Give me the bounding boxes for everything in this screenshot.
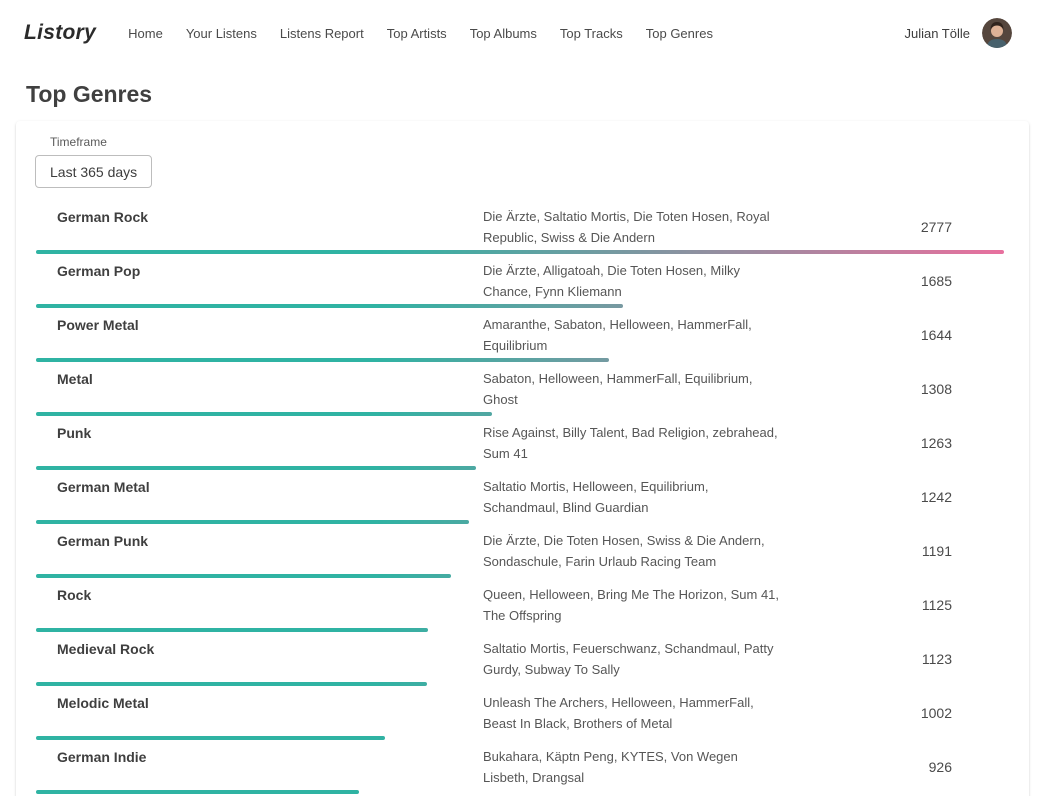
genre-row: German Indie Bukahara, Käptn Peng, KYTES… [16,740,1029,794]
genre-name: Rock [57,584,483,606]
genre-name: German Rock [57,206,483,228]
genre-row: German Metal Saltatio Mortis, Helloween,… [16,470,1029,524]
genre-list: German Rock Die Ärzte, Saltatio Mortis, … [16,200,1029,794]
genre-name: German Indie [57,746,483,768]
genre-row: Metal Sabaton, Helloween, HammerFall, Eq… [16,362,1029,416]
genre-count: 2777 [783,219,1004,235]
genre-name: Power Metal [57,314,483,336]
genre-count: 1002 [783,705,1004,721]
avatar-image [982,18,1012,48]
genre-artists: Die Ärzte, Alligatoah, Die Toten Hosen, … [483,260,783,302]
genre-artists: Saltatio Mortis, Helloween, Equilibrium,… [483,476,783,518]
genre-name: Medieval Rock [57,638,483,660]
genre-count: 1125 [783,597,1004,613]
genre-name: German Metal [57,476,483,498]
genre-row: German Rock Die Ärzte, Saltatio Mortis, … [16,200,1029,254]
genre-count: 1123 [783,651,1004,667]
nav-item-top-tracks[interactable]: Top Tracks [560,26,623,41]
genre-artists: Die Ärzte, Saltatio Mortis, Die Toten Ho… [483,206,783,248]
genre-name: German Pop [57,260,483,282]
genre-bar [36,790,359,794]
nav-item-listens-report[interactable]: Listens Report [280,26,364,41]
genre-artists: Saltatio Mortis, Feuerschwanz, Schandmau… [483,638,783,680]
nav-right: Julian Tölle [904,18,1012,48]
genre-artists: Queen, Helloween, Bring Me The Horizon, … [483,584,783,626]
genre-name: Melodic Metal [57,692,483,714]
genre-name: Metal [57,368,483,390]
nav-item-your-listens[interactable]: Your Listens [186,26,257,41]
timeframe-label: Timeframe [50,135,1029,149]
app-logo[interactable]: Listory [24,21,96,45]
genre-row: Punk Rise Against, Billy Talent, Bad Rel… [16,416,1029,470]
genre-artists: Sabaton, Helloween, HammerFall, Equilibr… [483,368,783,410]
top-navigation: Listory Home Your Listens Listens Report To… [0,0,1045,66]
genre-artists: Unleash The Archers, Helloween, HammerFa… [483,692,783,734]
genre-count: 926 [783,759,1004,775]
genre-artists: Die Ärzte, Die Toten Hosen, Swiss & Die … [483,530,783,572]
genre-row: Rock Queen, Helloween, Bring Me The Hori… [16,578,1029,632]
genre-bar-fill [36,790,359,794]
nav-item-top-genres[interactable]: Top Genres [646,26,713,41]
genre-row: German Pop Die Ärzte, Alligatoah, Die To… [16,254,1029,308]
genre-row: Medieval Rock Saltatio Mortis, Feuerschw… [16,632,1029,686]
user-avatar[interactable] [982,18,1012,48]
nav-links: Home Your Listens Listens Report Top Artist… [128,26,713,41]
genre-name: German Punk [57,530,483,552]
genre-count: 1685 [783,273,1004,289]
genre-artists: Amaranthe, Sabaton, Helloween, HammerFal… [483,314,783,356]
nav-item-top-artists[interactable]: Top Artists [387,26,447,41]
nav-item-home[interactable]: Home [128,26,163,41]
genre-artists: Rise Against, Billy Talent, Bad Religion… [483,422,783,464]
genre-artists: Bukahara, Käptn Peng, KYTES, Von Wegen L… [483,746,783,788]
top-genres-card: Timeframe Last 365 days German Rock Die … [16,121,1029,796]
genre-row: Melodic Metal Unleash The Archers, Hello… [16,686,1029,740]
genre-count: 1644 [783,327,1004,343]
nav-item-top-albums[interactable]: Top Albums [470,26,537,41]
genre-count: 1308 [783,381,1004,397]
genre-count: 1263 [783,435,1004,451]
user-name: Julian Tölle [904,26,970,41]
page-title: Top Genres [26,81,1045,108]
genre-name: Punk [57,422,483,444]
genre-count: 1191 [783,543,1004,559]
genre-count: 1242 [783,489,1004,505]
timeframe-select[interactable]: Last 365 days [35,155,152,188]
genre-row: German Punk Die Ärzte, Die Toten Hosen, … [16,524,1029,578]
genre-row: Power Metal Amaranthe, Sabaton, Hellowee… [16,308,1029,362]
